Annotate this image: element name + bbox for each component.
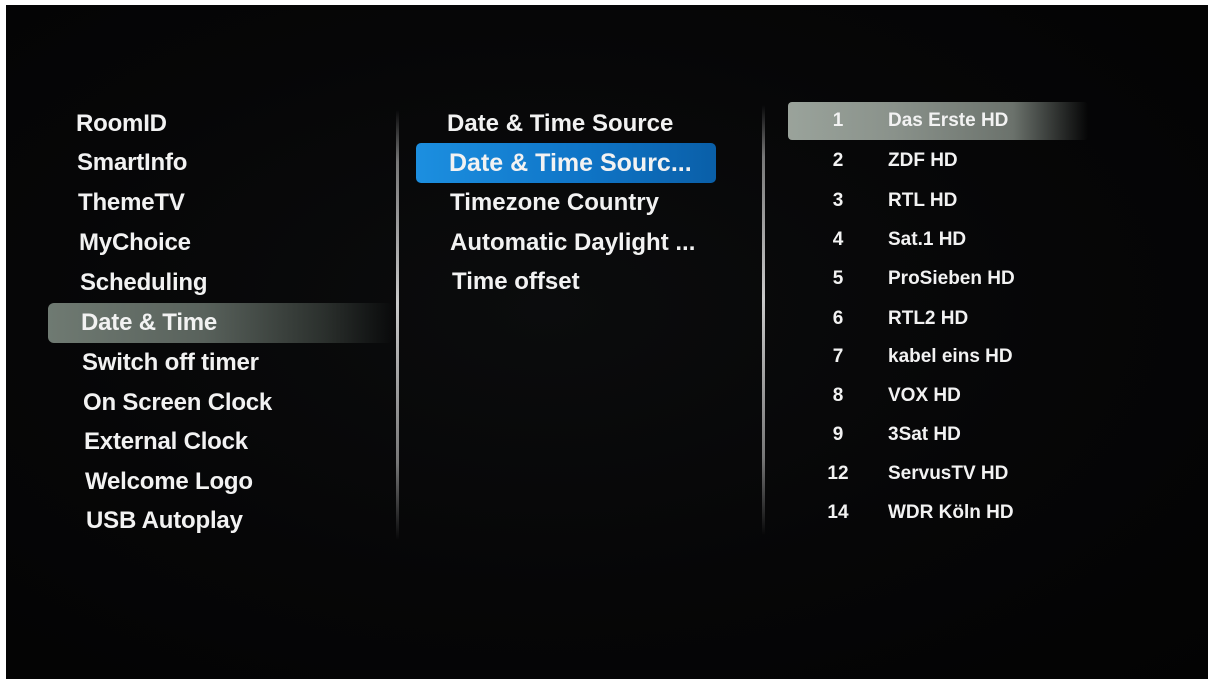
column-divider-left (396, 110, 399, 540)
menu-item-mychoice[interactable]: MyChoice (79, 223, 191, 263)
channel-name: RTL HD (888, 190, 958, 211)
channel-row[interactable]: 3 RTL HD (788, 182, 1088, 220)
menu-item-roomid[interactable]: RoomID (76, 104, 167, 144)
channel-number: 14 (827, 502, 849, 523)
channel-name: ServusTV HD (888, 463, 1009, 484)
channel-name: ProSieben HD (888, 268, 1015, 289)
channel-name: WDR Köln HD (888, 502, 1014, 523)
submenu-item-automatic-daylight[interactable]: Automatic Daylight ... (450, 223, 695, 263)
channel-row[interactable]: 9 3Sat HD (788, 416, 1088, 454)
channel-name: VOX HD (888, 385, 961, 406)
menu-item-usb-autoplay[interactable]: USB Autoplay (86, 501, 243, 541)
submenu-item-date-time-source[interactable]: Date & Time Source (447, 104, 673, 144)
menu-item-on-screen-clock[interactable]: On Screen Clock (83, 383, 272, 423)
column-divider-right (762, 105, 765, 535)
tv-screen: RoomID SmartInfo ThemeTV MyChoice Schedu… (6, 5, 1208, 679)
channel-name: RTL2 HD (888, 308, 969, 329)
channel-row[interactable]: 7 kabel eins HD (788, 338, 1088, 376)
channel-row[interactable]: 14 WDR Köln HD (788, 494, 1088, 532)
channel-number: 1 (832, 110, 844, 131)
submenu-item-time-offset[interactable]: Time offset (452, 262, 580, 302)
menu-item-themetv[interactable]: ThemeTV (78, 183, 185, 223)
channel-name: 3Sat HD (888, 424, 961, 445)
channel-number: 5 (832, 268, 844, 289)
channel-name: kabel eins HD (888, 346, 1013, 367)
channel-row[interactable]: 2 ZDF HD (788, 142, 1088, 180)
channel-number: 12 (827, 463, 849, 484)
menu-item-scheduling[interactable]: Scheduling (80, 263, 208, 303)
channel-name: Das Erste HD (888, 110, 1009, 131)
channel-row[interactable]: 12 ServusTV HD (788, 455, 1088, 493)
menu-item-external-clock[interactable]: External Clock (84, 422, 248, 462)
channel-number: 3 (832, 190, 844, 211)
channel-number: 4 (832, 229, 844, 250)
channel-name: ZDF HD (888, 150, 958, 171)
menu-item-welcome-logo[interactable]: Welcome Logo (85, 462, 253, 502)
menu-item-smartinfo[interactable]: SmartInfo (77, 143, 187, 183)
menu-item-date-time[interactable]: Date & Time (48, 303, 393, 343)
channel-number: 2 (832, 150, 844, 171)
channel-row[interactable]: 8 VOX HD (788, 377, 1088, 415)
channel-number: 6 (832, 308, 844, 329)
menu-item-switch-off-timer[interactable]: Switch off timer (82, 343, 259, 383)
channel-name: Sat.1 HD (888, 229, 967, 250)
submenu-item-timezone-country[interactable]: Timezone Country (450, 183, 659, 223)
channel-number: 9 (832, 424, 844, 445)
channel-number: 8 (832, 385, 844, 406)
channel-number: 7 (832, 346, 844, 367)
channel-row[interactable]: 4 Sat.1 HD (788, 221, 1088, 259)
submenu-item-date-time-source-channel[interactable]: Date & Time Sourc... (416, 143, 716, 183)
channel-row[interactable]: 6 RTL2 HD (788, 300, 1088, 338)
channel-row[interactable]: 1 Das Erste HD (788, 102, 1088, 140)
channel-row[interactable]: 5 ProSieben HD (788, 260, 1088, 298)
